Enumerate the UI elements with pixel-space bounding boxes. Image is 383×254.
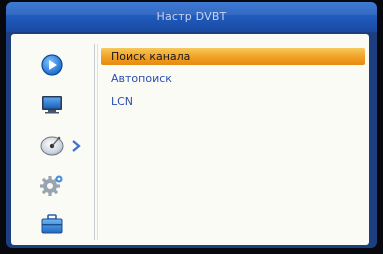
sidebar-divider-inner: [97, 44, 98, 240]
sidebar-item-settings[interactable]: [39, 173, 65, 197]
window-title: Настр DVBT: [156, 10, 227, 23]
tv-menu-screen: Настр DVBT Поиск канала Автопоиск LCN: [6, 2, 377, 248]
title-bar: Настр DVBT: [6, 2, 377, 32]
content-panel: Поиск канала Автопоиск LCN: [11, 34, 369, 245]
sidebar-item-tools[interactable]: [39, 212, 65, 236]
menu-list: Поиск канала Автопоиск LCN: [101, 34, 369, 245]
sidebar: [11, 34, 93, 245]
gear-icon: [40, 175, 63, 196]
satellite-dish-icon: [40, 136, 64, 156]
menu-item-auto-search[interactable]: Автопоиск: [101, 70, 365, 87]
play-icon: [41, 54, 63, 76]
briefcase-icon: [41, 214, 63, 234]
sidebar-item-picture[interactable]: [39, 92, 65, 116]
sidebar-item-search[interactable]: [39, 133, 65, 157]
menu-item-channel-search[interactable]: Поиск канала: [101, 48, 365, 65]
active-item-arrow-icon: [70, 138, 82, 152]
sidebar-item-play[interactable]: [39, 53, 65, 77]
monitor-icon: [42, 96, 62, 114]
menu-item-lcn[interactable]: LCN: [101, 93, 365, 110]
sidebar-divider: [94, 44, 95, 240]
